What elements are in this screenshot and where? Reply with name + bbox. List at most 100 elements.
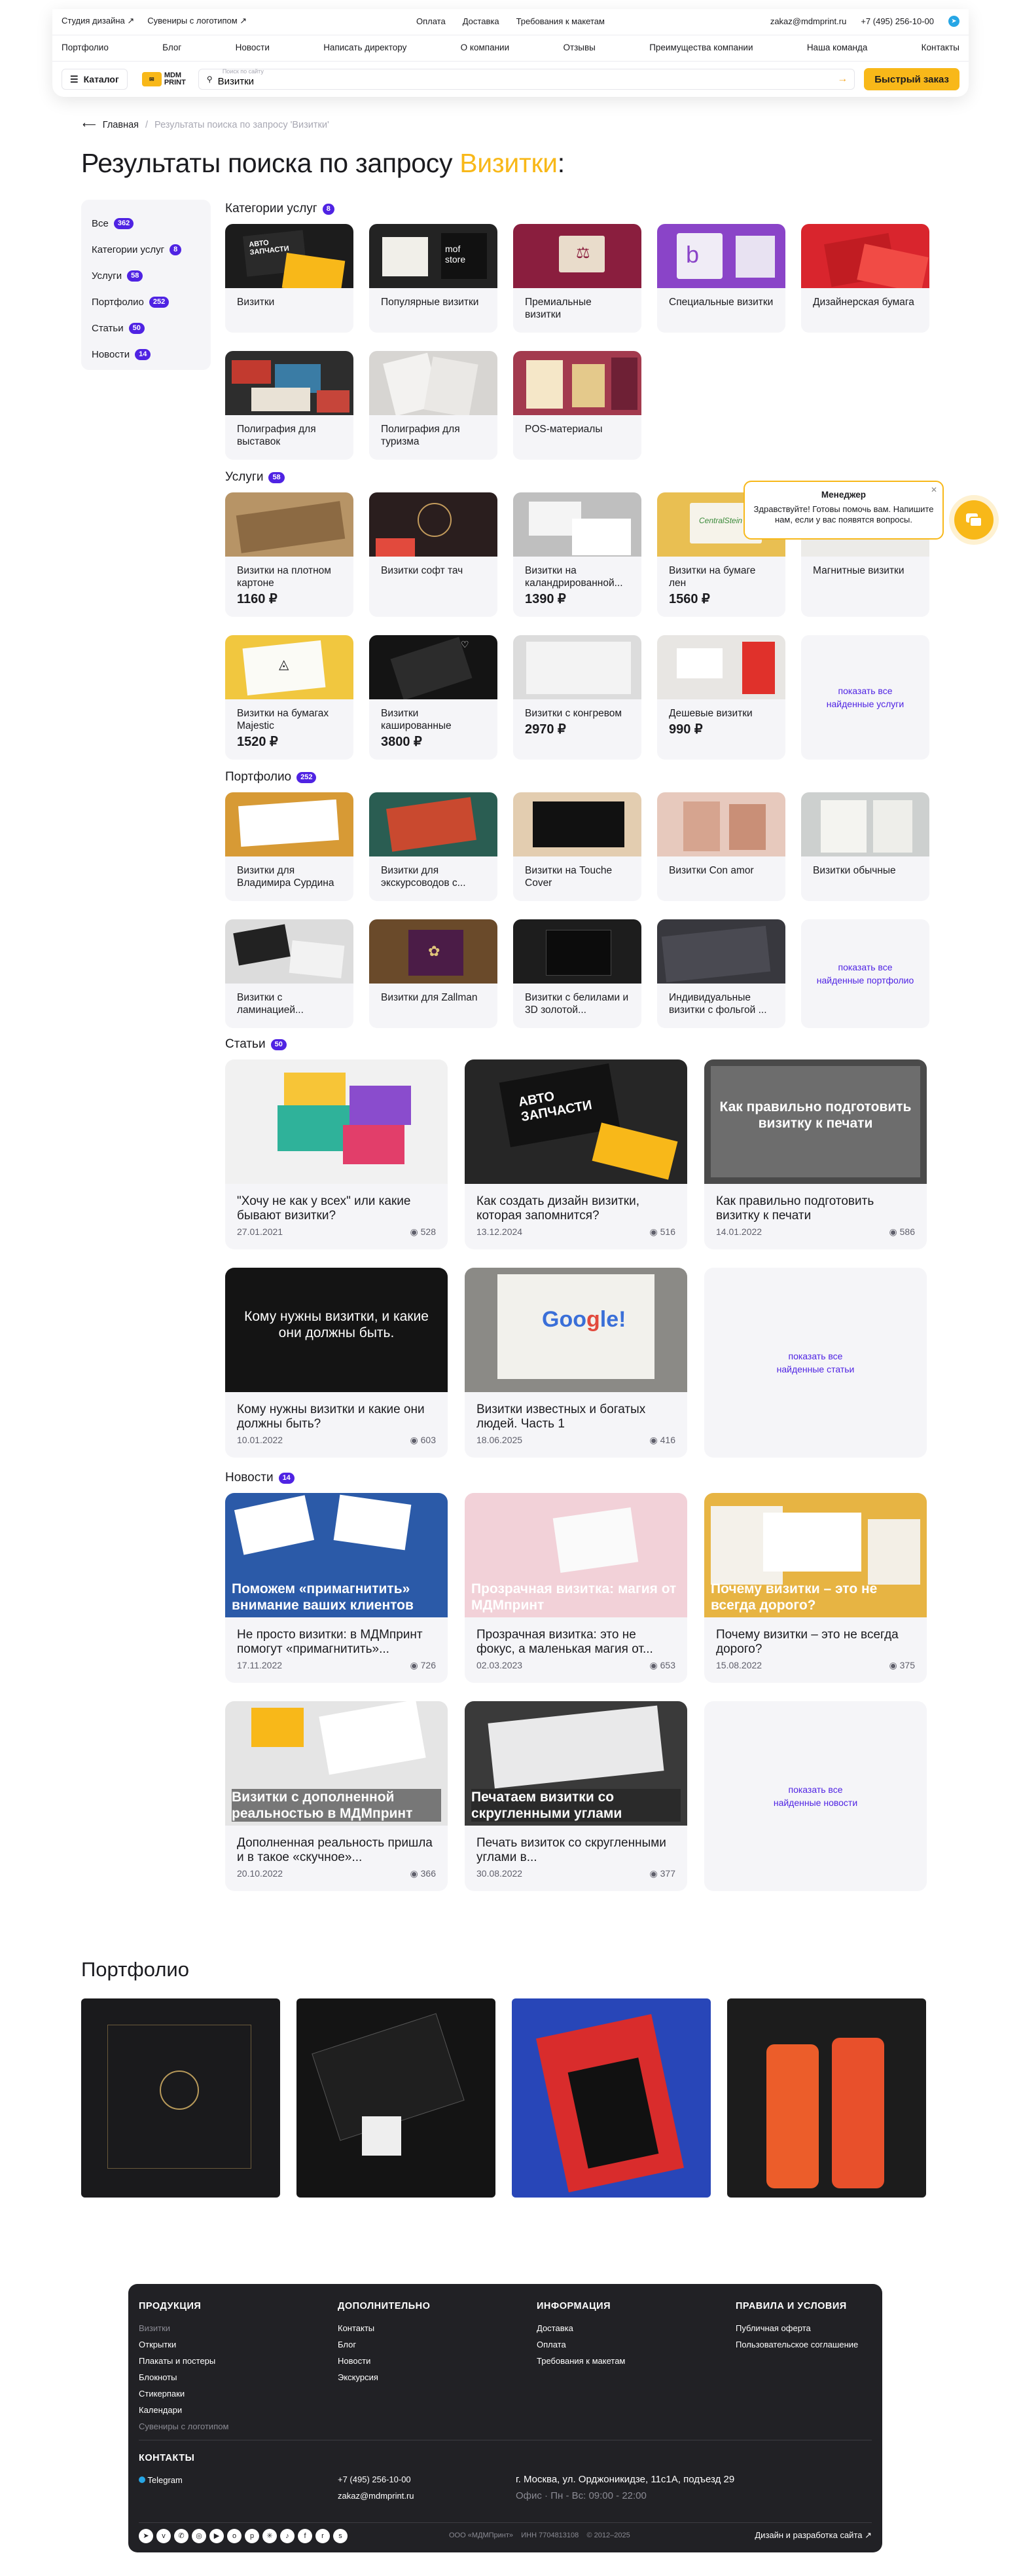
filter-services[interactable]: Услуги 58	[92, 263, 200, 289]
header-top-bar: Студия дизайна ↗ Сувениры с логотипом ↗ …	[62, 12, 959, 30]
footer-phone-email: +7 (495) 256-10-00 zakaz@mdmprint.ru	[338, 2475, 414, 2501]
nav-team[interactable]: Наша команда	[807, 43, 868, 52]
rutube-icon[interactable]: r	[315, 2529, 330, 2543]
back-arrow-icon[interactable]: ⟵	[82, 120, 96, 130]
breadcrumb-current: Результаты поиска по запросу 'Визитки'	[154, 120, 329, 130]
breadcrumb-home[interactable]: Главная	[103, 120, 139, 130]
service-card[interactable]: Дешевые визитки 990 ₽	[657, 635, 785, 760]
close-icon[interactable]: ✕	[931, 485, 937, 495]
article-card[interactable]: Кому нужны визитки, и какие они должны б…	[225, 1268, 448, 1458]
portfolio-card[interactable]: Визитки на Touche Cover	[513, 792, 641, 901]
article-card[interactable]: АВТО ЗАПЧАСТИ Как создать дизайн визитки, …	[465, 1059, 687, 1249]
nav-reviews[interactable]: Отзывы	[563, 43, 595, 52]
logo-mark-icon: ✉	[141, 72, 162, 86]
news-card[interactable]: Печатаем визитки со скругленными углами П…	[465, 1701, 687, 1891]
portfolio-gallery-item[interactable]	[512, 1998, 711, 2198]
portfolio-card[interactable]: Визитки для экскурсоводов с...	[369, 792, 497, 901]
article-card[interactable]: "Хочу не как у всех" или какие бывают ви…	[225, 1059, 448, 1249]
nav-contacts[interactable]: Контакты	[922, 43, 959, 52]
news-card[interactable]: Почему визитки – это не всегда дорого? По…	[704, 1493, 927, 1683]
nav-news[interactable]: Новости	[236, 43, 270, 52]
service-card[interactable]: Визитки на плотном картоне 1160 ₽	[225, 492, 353, 617]
service-card[interactable]: Визитки на каландрированной... 1390 ₽	[513, 492, 641, 617]
category-card[interactable]: ⚖ Премиальные визитки	[513, 224, 641, 333]
search-input[interactable]	[217, 75, 807, 87]
site-logo[interactable]: ✉ MDM PRINT	[141, 72, 187, 86]
header-email[interactable]: zakaz@mdmprint.ru	[770, 16, 847, 26]
quick-order-button[interactable]: Быстрый заказ	[864, 68, 959, 90]
article-card[interactable]: Google! Визитки известных и богатых людей…	[465, 1268, 687, 1458]
portfolio-card[interactable]: Визитки Con amor	[657, 792, 785, 901]
chat-button[interactable]	[954, 500, 994, 540]
requirements-link[interactable]: Требования к макетам	[516, 16, 605, 26]
telegram-icon[interactable]: ➤	[948, 15, 959, 27]
portfolio-card[interactable]: Визитки с ламинацией...	[225, 919, 353, 1028]
youtube-icon[interactable]: ▶	[209, 2529, 224, 2543]
results-filter: Все 362 Категории услуг 8 Услуги 58 Портфол…	[81, 200, 211, 370]
header-phone[interactable]: +7 (495) 256-10-00	[861, 16, 934, 26]
show-all-services-button[interactable]: показать все найденные услуги	[801, 635, 929, 760]
portfolio-gallery-item[interactable]	[81, 1998, 280, 2198]
tiktok-icon[interactable]: ♪	[280, 2529, 295, 2543]
category-card[interactable]: АВТО ЗАПЧАСТИ Визитки	[225, 224, 353, 333]
filter-articles[interactable]: Статьи 50	[92, 315, 200, 341]
category-card[interactable]: Полиграфия для выставок	[225, 351, 353, 460]
search-arrow-icon[interactable]: →	[837, 73, 848, 85]
telegram-icon	[139, 2476, 145, 2483]
portfolio-gallery-item[interactable]	[727, 1998, 926, 2198]
vk-icon[interactable]: v	[156, 2529, 171, 2543]
nav-advantages[interactable]: Преимущества компании	[649, 43, 753, 52]
service-card[interactable]: ◬ Визитки на бумагах Majestic 1520 ₽	[225, 635, 353, 760]
portfolio-card[interactable]: Индивидуальные визитки с фольгой ...	[657, 919, 785, 1028]
design-studio-link[interactable]: Студия дизайна ↗	[62, 16, 134, 26]
category-card[interactable]: POS-материалы	[513, 351, 641, 460]
category-card[interactable]: Полиграфия для туризма	[369, 351, 497, 460]
footer-address: г. Москва, ул. Орджоникидзе, 11с1А, подъ…	[516, 2474, 735, 2501]
nav-write-director[interactable]: Написать директору	[323, 43, 406, 52]
service-card[interactable]: Визитки софт тач	[369, 492, 497, 617]
category-card[interactable]: b Специальные визитки	[657, 224, 785, 333]
developer-link[interactable]: Дизайн и разработка сайта ↗	[755, 2530, 872, 2541]
portfolio-card[interactable]: Визитки обычные	[801, 792, 929, 901]
article-card[interactable]: Как правильно подготовить визитку к печа…	[704, 1059, 927, 1249]
skype-icon[interactable]: s	[333, 2529, 348, 2543]
payment-link[interactable]: Оплата	[416, 16, 446, 26]
filter-categories[interactable]: Категории услуг 8	[92, 236, 200, 263]
news-card[interactable]: Прозрачная визитка: магия от МДМпринт Про…	[465, 1493, 687, 1683]
nav-about[interactable]: О компании	[461, 43, 509, 52]
pinterest-icon[interactable]: p	[245, 2529, 259, 2543]
filter-portfolio[interactable]: Портфолио 252	[92, 289, 200, 315]
dzen-icon[interactable]: ✳	[262, 2529, 277, 2543]
instagram-icon[interactable]: ◎	[192, 2529, 206, 2543]
nav-portfolio[interactable]: Портфолио	[62, 43, 109, 52]
footer-info: ИНФОРМАЦИЯ Доставка Оплата Требования к …	[537, 2301, 626, 2366]
nav-blog[interactable]: Блог	[162, 43, 181, 52]
whatsapp-icon[interactable]: ✆	[174, 2529, 188, 2543]
show-all-articles-button[interactable]: показать все найденные статьи	[704, 1268, 927, 1458]
show-all-news-button[interactable]: показать все найденные новости	[704, 1701, 927, 1891]
manager-chat-popup: ✕ Менеджер Здравствуйте! Готовы помочь в…	[743, 481, 944, 540]
facebook-icon[interactable]: f	[298, 2529, 312, 2543]
ok-icon[interactable]: o	[227, 2529, 242, 2543]
portfolio-card[interactable]: ✿ Визитки для Zallman	[369, 919, 497, 1028]
category-card[interactable]: mof store Популярные визитки	[369, 224, 497, 333]
news-card[interactable]: Поможем «примагнитить» внимание ваших кл…	[225, 1493, 448, 1683]
footer-extra: ДОПОЛНИТЕЛЬНО Контакты Блог Новости Экск…	[338, 2301, 431, 2382]
catalog-button[interactable]: ☰ Каталог	[62, 69, 128, 90]
news-card[interactable]: Визитки с дополненной реальностью в МДМп…	[225, 1701, 448, 1891]
filter-news[interactable]: Новости 14	[92, 341, 200, 367]
show-all-portfolio-button[interactable]: показать все найденные портфолио	[801, 919, 929, 1028]
main-nav: Портфолио Блог Новости Написать директор…	[62, 38, 959, 56]
search-icon: ⚲	[206, 75, 213, 84]
portfolio-card[interactable]: Визитки для Владимира Сурдина	[225, 792, 353, 901]
service-card[interactable]: Визитки с конгревом 2970 ₽	[513, 635, 641, 760]
social-icons: ➤ v ✆ ◎ ▶ o p ✳ ♪ f r s	[139, 2529, 351, 2543]
delivery-link[interactable]: Доставка	[463, 16, 499, 26]
portfolio-card[interactable]: Визитки с белилами и 3D золотой...	[513, 919, 641, 1028]
souvenirs-link[interactable]: Сувениры с логотипом ↗	[147, 16, 247, 26]
category-card[interactable]: Дизайнерская бумага	[801, 224, 929, 333]
service-card[interactable]: ♡ Визитки кашированные 3800 ₽	[369, 635, 497, 760]
filter-all[interactable]: Все 362	[92, 210, 200, 236]
portfolio-gallery-item[interactable]	[296, 1998, 495, 2198]
telegram-icon[interactable]: ➤	[139, 2529, 153, 2543]
